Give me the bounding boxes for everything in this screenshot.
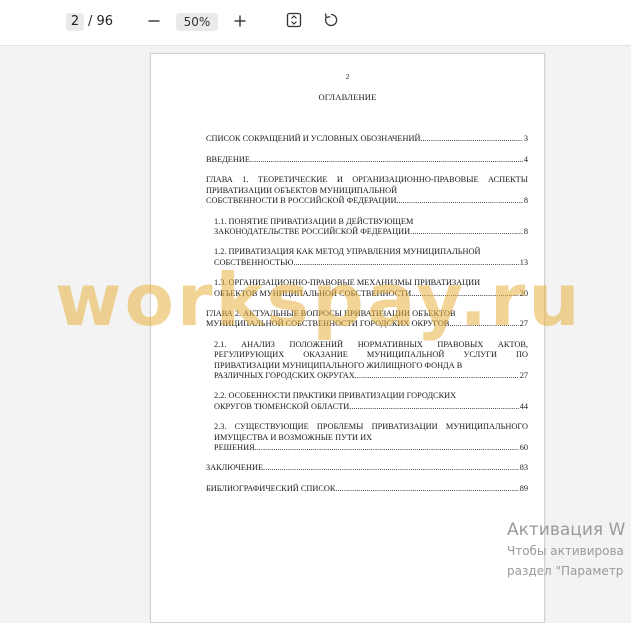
toc-entry[interactable]: 2.3. СУЩЕСТВУЮЩИЕ ПРОБЛЕМЫ ПРИВАТИЗАЦИИ … (214, 422, 528, 453)
toc-leader-dots (412, 227, 523, 237)
toc-leader-dots (263, 463, 519, 473)
toc-entry-title: ЗАКОНОДАТЕЛЬСТВЕ РОССИЙСКОЙ ФЕДЕРАЦИИ. (214, 226, 413, 236)
rotate-icon (322, 11, 340, 33)
toc-entry-line: МУНИЦИПАЛЬНОЙ СОБСТВЕННОСТИ ГОРОДСКИХ ОК… (206, 319, 528, 329)
toc-entry-line: ОКРУГОВ ТЮМЕНСКОЙ ОБЛАСТИ. 44 (214, 402, 528, 412)
toc-entry-title: СОБСТВЕННОСТЬЮ. (214, 257, 296, 267)
rotate-button[interactable] (320, 11, 342, 33)
toc-entry-title: ОБЪЕКТОВ МУНИЦИПАЛЬНОЙ СОБСТВЕННОСТИ. (214, 288, 414, 298)
toc-leader-dots (399, 196, 523, 206)
toc-page-number: 3 (523, 134, 528, 143)
toc-entry-text: 2.2. ОСОБЕННОСТИ ПРАКТИКИ ПРИВАТИЗАЦИИ Г… (214, 391, 457, 401)
toc-entry[interactable]: БИБЛИОГРАФИЧЕСКИЙ СПИСОК 89 (206, 484, 528, 494)
toc-page-number: 44 (519, 401, 528, 411)
toc-page-number: 13 (519, 257, 528, 267)
page-title: ОГЛАВЛЕНИЕ (318, 92, 377, 102)
fit-page-icon (285, 11, 303, 33)
document-page[interactable]: 2 ОГЛАВЛЕНИЕ СПИСОК СОКРАЩЕНИЙ И УСЛОВНЫ… (150, 53, 545, 623)
zoom-level-field[interactable]: 50% (176, 13, 218, 31)
toc-entry[interactable]: 2.1. АНАЛИЗ ПОЛОЖЕНИЙ НОРМАТИВНЫХ ПРАВОВ… (214, 340, 528, 381)
table-of-contents: СПИСОК СОКРАЩЕНИЙ И УСЛОВНЫХ ОБОЗНАЧЕНИЙ… (206, 134, 528, 505)
toc-page-number: 27 (519, 370, 528, 380)
toc-page-number: 60 (519, 442, 528, 452)
toc-page-number: 27 (519, 319, 528, 329)
toc-leader-dots (250, 155, 523, 165)
toc-leader-dots (335, 484, 518, 494)
toc-entry-line: ЗАКЛЮЧЕНИЕ 83 (206, 463, 528, 473)
toc-entry[interactable]: 1.1. ПОНЯТИЕ ПРИВАТИЗАЦИИ В ДЕЙСТВУЮЩЕМ З… (214, 217, 528, 237)
zoom-in-button[interactable] (229, 11, 251, 33)
toc-entry-title: РАЗЛИЧНЫХ ГОРОДСКИХ ОКРУГАХ. (214, 370, 357, 380)
toc-entry[interactable]: ГЛАВА 2. АКТУАЛЬНЫЕ ВОПРОСЫ ПРИВАТИЗАЦИИ… (206, 309, 528, 329)
toc-entry-text: 1.1. ПОНЯТИЕ ПРИВАТИЗАЦИИ В ДЕЙСТВУЮЩЕМ (214, 216, 414, 226)
toc-entry-title: СОБСТВЕННОСТИ В РОССИЙСКОЙ ФЕДЕРАЦИИ. (206, 195, 399, 205)
toc-entry-title: РЕШЕНИЯ. (214, 442, 257, 452)
toc-entry-text: 2.1. АНАЛИЗ ПОЛОЖЕНИЙ НОРМАТИВНЫХ ПРАВОВ… (214, 340, 528, 370)
toc-entry-text: 1.2. ПРИВАТИЗАЦИЯ КАК МЕТОД УПРАВЛЕНИЯ М… (214, 247, 481, 257)
toc-entry[interactable]: 1.3. ОРГАНИЗАЦИОННО-ПРАВОВЫЕ МЕХАНИЗМЫ П… (214, 278, 528, 298)
toc-entry[interactable]: ЗАКЛЮЧЕНИЕ 83 (206, 463, 528, 473)
toc-page-number: 4 (523, 154, 528, 164)
toc-entry-text: 1.3. ОРГАНИЗАЦИОННО-ПРАВОВЫЕ МЕХАНИЗМЫ П… (214, 278, 481, 288)
toc-entry-text: 2.3. СУЩЕСТВУЮЩИЕ ПРОБЛЕМЫ ПРИВАТИЗАЦИИ … (214, 422, 528, 442)
toc-page-number: 89 (519, 484, 528, 494)
toc-entry-title: ЗАКЛЮЧЕНИЕ (206, 463, 264, 473)
toc-leader-dots (257, 443, 519, 453)
toc-entry-line: СПИСОК СОКРАЩЕНИЙ И УСЛОВНЫХ ОБОЗНАЧЕНИЙ… (206, 134, 528, 144)
toc-entry-line: СОБСТВЕННОСТИ В РОССИЙСКОЙ ФЕДЕРАЦИИ. 8 (206, 196, 528, 206)
page-number-input[interactable]: 2 (66, 13, 84, 31)
windows-activation-notice: Активация W Чтобы активирова раздел "Пар… (507, 519, 625, 581)
toc-entry[interactable]: СПИСОК СОКРАЩЕНИЙ И УСЛОВНЫХ ОБОЗНАЧЕНИЙ… (206, 134, 528, 144)
toc-entry-title: МУНИЦИПАЛЬНОЙ СОБСТВЕННОСТИ ГОРОДСКИХ ОК… (206, 319, 450, 329)
toc-entry-title: ВВЕДЕНИЕ (206, 154, 250, 164)
toc-entry-line: ЗАКОНОДАТЕЛЬСТВЕ РОССИЙСКОЙ ФЕДЕРАЦИИ. 8 (214, 227, 528, 237)
page-total-label: / 96 (88, 14, 114, 29)
toc-leader-dots (351, 402, 518, 412)
toc-entry-text: ГЛАВА 1. ТЕОРЕТИЧЕСКИЕ И ОРГАНИЗАЦИОННО-… (206, 175, 528, 195)
toc-entry-line: РАЗЛИЧНЫХ ГОРОДСКИХ ОКРУГАХ. 27 (214, 371, 528, 381)
toc-entry-title: СПИСОК СОКРАЩЕНИЙ И УСЛОВНЫХ ОБОЗНАЧЕНИЙ (206, 134, 421, 143)
activation-line-1: Чтобы активирова (507, 544, 624, 558)
toc-page-number: 20 (519, 288, 528, 298)
plus-icon (233, 13, 247, 32)
toc-entry[interactable]: 2.2. ОСОБЕННОСТИ ПРАКТИКИ ПРИВАТИЗАЦИИ Г… (214, 391, 528, 411)
fit-page-button[interactable] (283, 11, 305, 33)
toc-page-number: 8 (523, 195, 528, 205)
toc-page-number: 8 (523, 226, 528, 236)
toc-page-number: 83 (519, 463, 528, 473)
page-number-header: 2 (345, 73, 350, 81)
toc-entry-line: БИБЛИОГРАФИЧЕСКИЙ СПИСОК 89 (206, 484, 528, 494)
toc-entry-text: ГЛАВА 2. АКТУАЛЬНЫЕ ВОПРОСЫ ПРИВАТИЗАЦИИ… (206, 309, 456, 319)
toc-leader-dots (420, 134, 522, 144)
toc-leader-dots (357, 371, 519, 381)
toc-entry-title: БИБЛИОГРАФИЧЕСКИЙ СПИСОК (206, 484, 336, 494)
toc-entry-line: ВВЕДЕНИЕ 4 (206, 155, 528, 165)
viewer-toolbar: 2 / 96 50% (0, 0, 631, 46)
zoom-out-button[interactable] (143, 11, 165, 33)
toc-entry-line: СОБСТВЕННОСТЬЮ. 13 (214, 258, 528, 268)
activation-title: Активация W (507, 520, 626, 540)
toc-entry[interactable]: ГЛАВА 1. ТЕОРЕТИЧЕСКИЕ И ОРГАНИЗАЦИОННО-… (206, 175, 528, 206)
toc-leader-dots (449, 319, 518, 329)
toc-leader-dots (295, 258, 518, 268)
toc-entry-line: РЕШЕНИЯ. 60 (214, 443, 528, 453)
toc-entry-title: ОКРУГОВ ТЮМЕНСКОЙ ОБЛАСТИ. (214, 401, 352, 411)
toc-entry-line: ОБЪЕКТОВ МУНИЦИПАЛЬНОЙ СОБСТВЕННОСТИ. 20 (214, 289, 528, 299)
activation-line-2: раздел "Параметр (507, 564, 624, 578)
toc-entry[interactable]: 1.2. ПРИВАТИЗАЦИЯ КАК МЕТОД УПРАВЛЕНИЯ М… (214, 247, 528, 267)
toc-entry[interactable]: ВВЕДЕНИЕ 4 (206, 155, 528, 165)
toc-leader-dots (413, 289, 518, 299)
minus-icon (147, 13, 161, 32)
